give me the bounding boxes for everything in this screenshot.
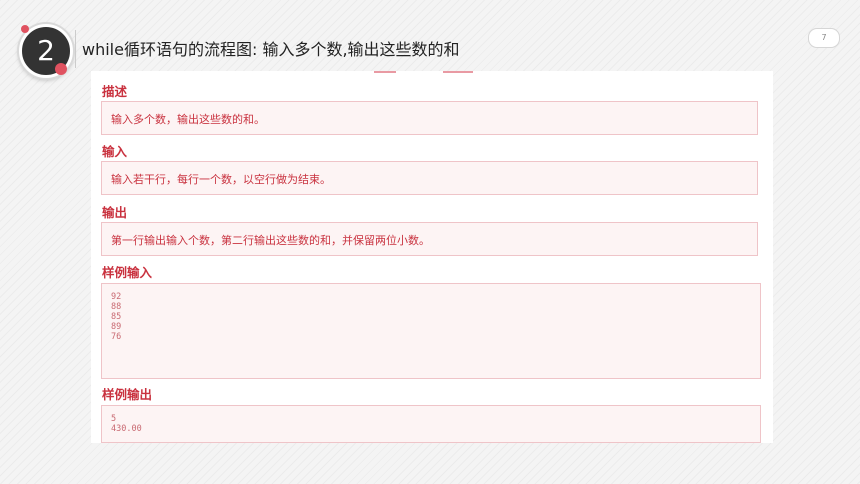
slide-title: while循环语句的流程图: 输入多个数,输出这些数的和 xyxy=(82,40,460,59)
sample-input-heading: 样例输入 xyxy=(102,265,153,280)
sample-input-line: 85 xyxy=(111,312,122,322)
sample-input-line: 92 xyxy=(111,292,122,302)
sample-output-line: 430.00 xyxy=(111,424,142,434)
problem-statement-panel: 描述 输入多个数，输出这些数的和。 输入 输入若干行，每行一个数，以空行做为结束… xyxy=(91,71,773,443)
output-box: 第一行输出输入个数，第二行输出这些数的和，并保留两位小数。 xyxy=(101,222,758,256)
description-box: 输入多个数，输出这些数的和。 xyxy=(101,101,758,135)
sample-input-line: 88 xyxy=(111,302,122,312)
output-heading: 输出 xyxy=(102,205,128,220)
panel-top-clip-marks xyxy=(91,71,773,73)
input-heading: 输入 xyxy=(102,144,128,159)
sample-input-box: 92 88 85 89 76 xyxy=(101,283,761,379)
input-box: 输入若干行，每行一个数，以空行做为结束。 xyxy=(101,161,758,195)
input-text: 输入若干行，每行一个数，以空行做为结束。 xyxy=(111,173,331,186)
page-number-badge: 7 xyxy=(808,28,840,48)
description-text: 输入多个数，输出这些数的和。 xyxy=(111,113,265,126)
output-text: 第一行输出输入个数，第二行输出这些数的和，并保留两位小数。 xyxy=(111,234,430,247)
description-heading: 描述 xyxy=(102,84,128,99)
decorative-dot-large xyxy=(55,63,67,75)
title-divider xyxy=(75,30,76,68)
sample-input-line: 76 xyxy=(111,332,122,342)
sample-output-heading: 样例输出 xyxy=(102,387,153,402)
decorative-dot-small xyxy=(21,25,29,33)
sample-output-box: 5 430.00 xyxy=(101,405,761,443)
sample-output-line: 5 xyxy=(111,414,117,424)
sample-input-line: 89 xyxy=(111,322,122,332)
